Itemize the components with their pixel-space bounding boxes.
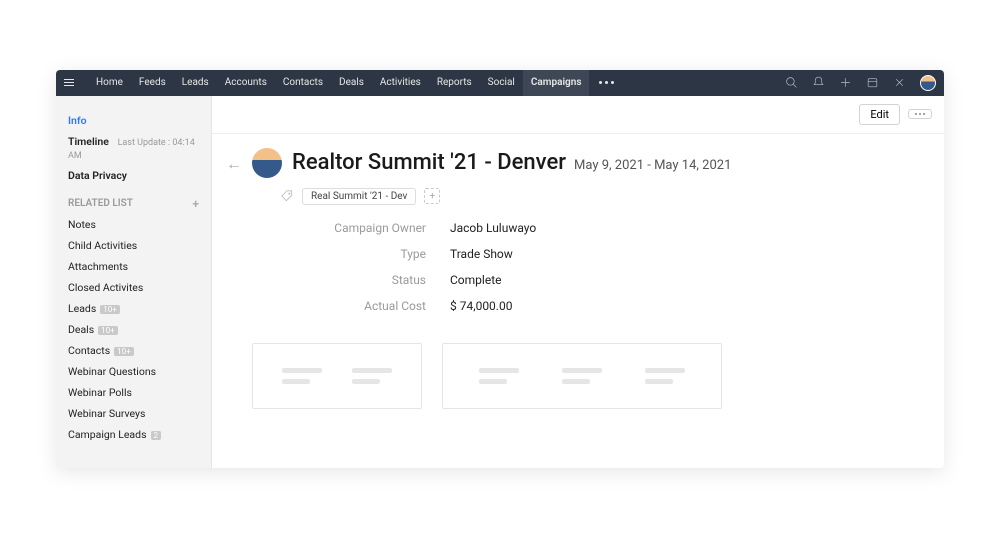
nav-item-deals[interactable]: Deals (331, 70, 372, 96)
field-status-value: Complete (450, 273, 920, 287)
sidebar-item-label: Webinar Polls (68, 386, 132, 399)
edit-button[interactable]: Edit (859, 104, 900, 125)
sidebar-related-header-label: RELATED LIST (68, 198, 133, 209)
count-badge: 10+ (100, 305, 120, 314)
sidebar-item-label: Campaign Leads (68, 428, 147, 441)
nav-item-activities[interactable]: Activities (372, 70, 429, 96)
nav-item-reports[interactable]: Reports (429, 70, 480, 96)
record-toolbar: Edit (212, 96, 944, 134)
record-tag[interactable]: Real Summit '21 - Dev (302, 188, 416, 205)
record-fields: Campaign Owner Jacob Luluwayo Type Trade… (306, 221, 920, 313)
search-icon[interactable] (785, 76, 798, 89)
sidebar-item-label: Webinar Questions (68, 365, 156, 378)
sidebar-item-leads[interactable]: Leads 10+ (68, 298, 199, 319)
main-panel: Edit ← Realtor Summit '21 - Denver May 9… (212, 96, 944, 468)
sidebar-item-label: Closed Activites (68, 281, 143, 294)
nav-item-leads[interactable]: Leads (174, 70, 217, 96)
sidebar-item-label: Child Activities (68, 239, 137, 252)
page-title: Realtor Summit '21 - Denver (292, 150, 566, 175)
sidebar-item-label: Leads (68, 302, 96, 315)
nav-item-accounts[interactable]: Accounts (217, 70, 275, 96)
count-badge: 2 (151, 431, 162, 440)
record-content: ← Realtor Summit '21 - Denver May 9, 202… (212, 134, 944, 468)
sidebar-item-label: Contacts (68, 344, 110, 357)
sidebar-item-webinar-polls[interactable]: Webinar Polls (68, 382, 199, 403)
plus-icon[interactable] (839, 76, 852, 89)
placeholder-card (442, 343, 722, 409)
more-menu-icon[interactable] (599, 81, 614, 84)
field-cost-label: Actual Cost (306, 299, 426, 313)
nav-right-icons (785, 75, 936, 91)
calendar-icon[interactable] (866, 76, 879, 89)
record-avatar (252, 148, 282, 178)
sidebar-info[interactable]: Info (68, 110, 199, 131)
tools-icon[interactable] (893, 76, 906, 89)
sidebar-item-notes[interactable]: Notes (68, 214, 199, 235)
date-range: May 9, 2021 - May 14, 2021 (574, 158, 731, 173)
sidebar-item-child-activities[interactable]: Child Activities (68, 235, 199, 256)
sidebar-timeline[interactable]: Timeline Last Update : 04:14 AM (68, 131, 199, 165)
more-actions-button[interactable] (908, 109, 932, 119)
field-type-value: Trade Show (450, 247, 920, 261)
user-avatar-icon[interactable] (920, 75, 936, 91)
nav-item-social[interactable]: Social (480, 70, 523, 96)
sidebar-item-deals[interactable]: Deals 10+ (68, 319, 199, 340)
sidebar-item-webinar-questions[interactable]: Webinar Questions (68, 361, 199, 382)
nav-item-contacts[interactable]: Contacts (275, 70, 331, 96)
back-arrow-icon[interactable]: ← (226, 154, 242, 174)
nav-item-campaigns[interactable]: Campaigns (523, 70, 590, 96)
field-type-label: Type (306, 247, 426, 261)
tag-icon (280, 189, 294, 203)
app-window: HomeFeedsLeadsAccountsContactsDealsActiv… (56, 70, 944, 468)
placeholder-card (252, 343, 422, 409)
field-owner-value: Jacob Luluwayo (450, 221, 920, 235)
sidebar-item-closed-activites[interactable]: Closed Activites (68, 277, 199, 298)
field-status-label: Status (306, 273, 426, 287)
nav-items: HomeFeedsLeadsAccountsContactsDealsActiv… (88, 70, 589, 96)
placeholder-cards (252, 343, 920, 409)
sidebar-item-label: Attachments (68, 260, 128, 273)
count-badge: 10+ (98, 326, 118, 335)
field-cost-value: $ 74,000.00 (450, 299, 920, 313)
top-nav: HomeFeedsLeadsAccountsContactsDealsActiv… (56, 70, 944, 96)
sidebar-item-label: Deals (68, 323, 94, 336)
add-tag-button[interactable]: + (424, 188, 440, 204)
field-owner-label: Campaign Owner (306, 221, 426, 235)
add-related-icon[interactable]: + (192, 197, 199, 211)
sidebar-timeline-label: Timeline (68, 135, 109, 148)
sidebar-item-webinar-surveys[interactable]: Webinar Surveys (68, 403, 199, 424)
sidebar: Info Timeline Last Update : 04:14 AM Dat… (56, 96, 212, 468)
nav-item-feeds[interactable]: Feeds (131, 70, 174, 96)
nav-item-home[interactable]: Home (88, 70, 131, 96)
sidebar-data-privacy[interactable]: Data Privacy (68, 165, 199, 186)
sidebar-item-campaign-leads[interactable]: Campaign Leads 2 (68, 424, 199, 445)
bell-icon[interactable] (812, 76, 825, 89)
sidebar-item-label: Notes (68, 218, 96, 231)
count-badge: 10+ (114, 347, 134, 356)
sidebar-item-label: Webinar Surveys (68, 407, 145, 420)
sidebar-item-contacts[interactable]: Contacts 10+ (68, 340, 199, 361)
sidebar-item-attachments[interactable]: Attachments (68, 256, 199, 277)
hamburger-icon[interactable] (64, 79, 78, 86)
sidebar-related-header: RELATED LIST + (68, 194, 199, 214)
